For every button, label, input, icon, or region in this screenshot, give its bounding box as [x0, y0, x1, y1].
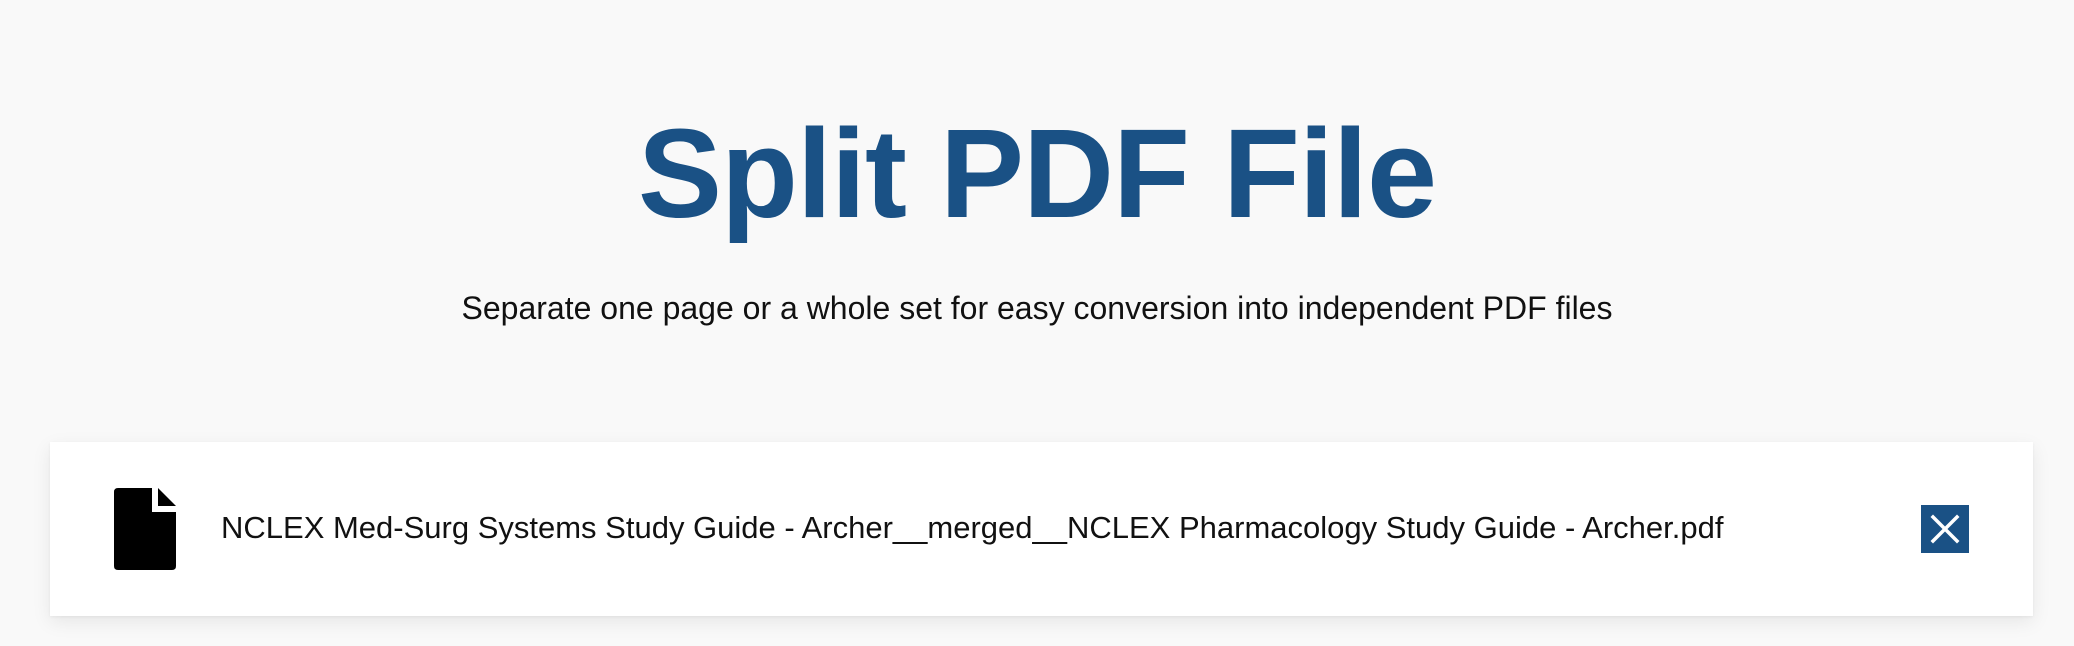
file-name: NCLEX Med-Surg Systems Study Guide - Arc…: [221, 510, 1724, 545]
file-card: NCLEX Med-Surg Systems Study Guide - Arc…: [50, 442, 2033, 616]
document-icon: [114, 488, 176, 570]
page-title: Split PDF File: [637, 103, 1437, 244]
close-icon: [1930, 514, 1960, 544]
page-subtitle: Separate one page or a whole set for eas…: [461, 290, 1613, 326]
remove-file-button[interactable]: [1921, 505, 1969, 553]
